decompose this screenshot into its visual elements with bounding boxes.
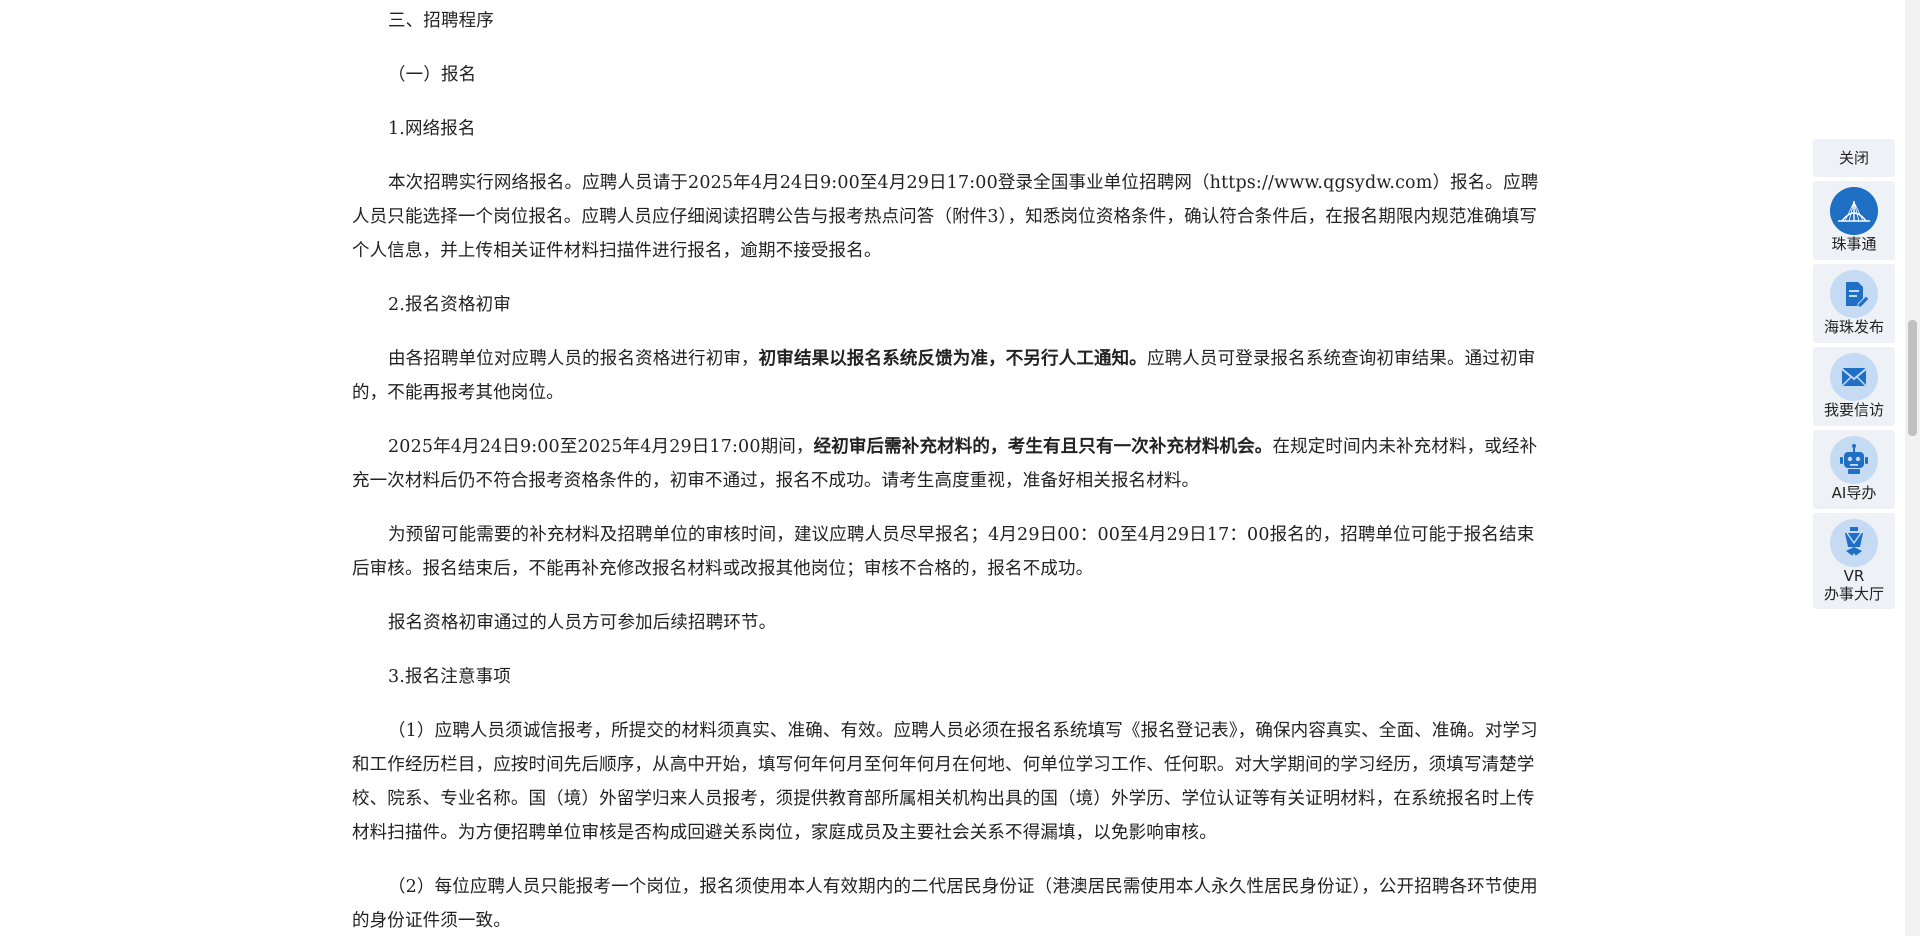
toolbar-item-label: VR 办事大厅 <box>1813 567 1895 603</box>
review-paragraph: 由各招聘单位对应聘人员的报名资格进行初审，初审结果以报名系统反馈为准，不另行人工… <box>352 342 1550 410</box>
toolbar-item-petition[interactable]: 我要信访 <box>1813 347 1895 426</box>
online-registration-heading: 1.网络报名 <box>388 119 476 139</box>
supplement-text-1: 2025年4月24日9:00至2025年4月29日17:00期间， <box>388 437 814 457</box>
toolbar-item-vr-hall[interactable]: VR 办事大厅 <box>1813 513 1895 609</box>
supplement-paragraph: 2025年4月24日9:00至2025年4月29日17:00期间，经初审后需补充… <box>352 430 1550 498</box>
toolbar-item-label: AI导办 <box>1831 484 1877 502</box>
note-1-paragraph: （1）应聘人员须诚信报考，所提交的材料须真实、准确、有效。应聘人员必须在报名系统… <box>352 721 1538 843</box>
toolbar-item-label-line2: 办事大厅 <box>1823 585 1884 603</box>
floating-toolbar: 关闭 珠事通 海珠发布 我要信访 AI导办 VR 办事大厅 <box>1813 139 1895 613</box>
toolbar-item-ai-guide[interactable]: AI导办 <box>1813 430 1895 509</box>
toolbar-item-label: 海珠发布 <box>1823 318 1884 336</box>
pass-paragraph: 报名资格初审通过的人员方可参加后续招聘环节。 <box>388 613 777 633</box>
online-registration-paragraph: 本次招聘实行网络报名。应聘人员请于2025年4月24日9:00至4月29日17:… <box>352 173 1539 261</box>
document-edit-icon <box>1830 270 1878 318</box>
toolbar-item-label: 我要信访 <box>1823 401 1884 419</box>
section-heading: 三、招聘程序 <box>388 11 494 31</box>
review-heading: 2.报名资格初审 <box>388 295 511 315</box>
robot-icon <box>1830 436 1878 484</box>
toolbar-item-label: 珠事通 <box>1831 235 1877 253</box>
reserve-time-paragraph: 为预留可能需要的补充材料及招聘单位的审核时间，建议应聘人员尽早报名；4月29日0… <box>352 525 1535 579</box>
toolbar-item-haizhu-release[interactable]: 海珠发布 <box>1813 264 1895 343</box>
vr-hall-icon <box>1830 519 1878 567</box>
review-bold-text: 初审结果以报名系统反馈为准，不另行人工通知。 <box>758 349 1147 369</box>
supplement-bold-text: 经初审后需补充材料的，考生有且只有一次补充材料机会。 <box>813 437 1273 457</box>
note-2-paragraph: （2）每位应聘人员只能报考一个岗位，报名须使用本人有效期内的二代居民身份证（港澳… <box>352 877 1538 931</box>
close-toolbar-button[interactable]: 关闭 <box>1813 139 1895 177</box>
bridge-icon <box>1830 187 1878 235</box>
review-text-1: 由各招聘单位对应聘人员的报名资格进行初审， <box>388 349 759 369</box>
mail-icon <box>1830 353 1878 401</box>
notes-heading: 3.报名注意事项 <box>388 667 511 687</box>
toolbar-item-label-line1: VR <box>1843 567 1865 585</box>
subsection-heading: （一）报名 <box>388 65 477 85</box>
scrollbar-thumb[interactable] <box>1908 320 1917 436</box>
vertical-scrollbar[interactable] <box>1905 0 1920 936</box>
toolbar-item-zhushitong[interactable]: 珠事通 <box>1813 181 1895 260</box>
